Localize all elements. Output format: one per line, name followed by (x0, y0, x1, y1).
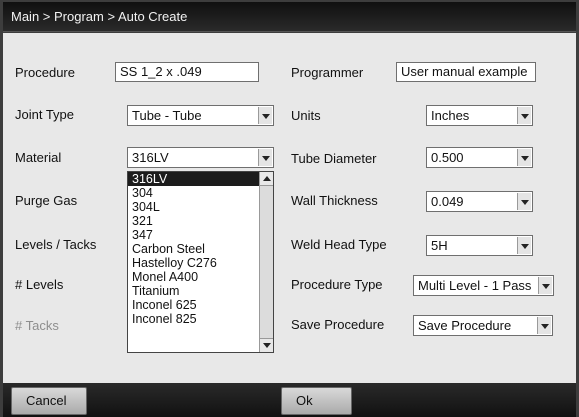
purge-gas-label: Purge Gas (15, 193, 78, 208)
joint-type-label: Joint Type (15, 107, 75, 122)
auto-create-panel: Procedure SS 1_2 x .049 Joint Type Tube … (3, 33, 576, 383)
chevron-down-icon[interactable] (517, 237, 531, 254)
weld-head-value: 5H (431, 238, 448, 253)
material-value: 316LV (132, 150, 169, 165)
weld-head-label: Weld Head Type (291, 237, 387, 252)
save-procedure-label: Save Procedure (291, 317, 385, 332)
programmer-input[interactable]: User manual example (396, 62, 536, 82)
material-option[interactable]: Carbon Steel (128, 242, 273, 256)
material-option[interactable]: Inconel 625 (128, 298, 273, 312)
chevron-down-icon[interactable] (538, 277, 552, 294)
material-option[interactable]: 316LV (128, 172, 273, 186)
tacks-label: # Tacks (15, 318, 59, 333)
joint-type-value: Tube - Tube (132, 108, 202, 123)
procedure-type-value: Multi Level - 1 Pass (418, 278, 532, 293)
procedure-label: Procedure (15, 65, 75, 80)
material-option[interactable]: Inconel 825 (128, 312, 273, 326)
material-option[interactable]: 304L (128, 200, 273, 214)
breadcrumb: Main > Program > Auto Create (3, 2, 576, 32)
levels-label: # Levels (15, 277, 64, 292)
save-procedure-value: Save Procedure (418, 318, 512, 333)
levels-tacks-label: Levels / Tacks (15, 237, 97, 252)
wall-thickness-select[interactable]: 0.049 (426, 191, 533, 212)
material-option[interactable]: 321 (128, 214, 273, 228)
scrollbar[interactable] (259, 172, 273, 352)
chevron-down-icon[interactable] (537, 317, 551, 334)
screen: Main > Program > Auto Create Procedure S… (0, 0, 579, 417)
tube-diameter-select[interactable]: 0.500 (426, 147, 533, 168)
chevron-down-icon[interactable] (517, 193, 531, 210)
scroll-up-icon[interactable] (260, 172, 273, 186)
cancel-button[interactable]: Cancel (11, 387, 87, 415)
material-option[interactable]: 347 (128, 228, 273, 242)
chevron-down-icon[interactable] (517, 107, 531, 124)
material-label: Material (15, 150, 62, 165)
procedure-type-label: Procedure Type (291, 277, 383, 292)
units-value: Inches (431, 108, 470, 123)
material-options: 316LV 304 304L 321 347 Carbon Steel Hastelloy … (128, 172, 273, 326)
material-option[interactable]: Titanium (128, 284, 273, 298)
bottom-bar: Cancel Ok (3, 383, 576, 417)
material-select[interactable]: 316LV (127, 147, 274, 168)
tube-diameter-label: Tube Diameter (291, 151, 377, 166)
material-option[interactable]: 304 (128, 186, 273, 200)
material-option[interactable]: Monel A400 (128, 270, 273, 284)
ok-button[interactable]: Ok (281, 387, 352, 415)
weld-head-select[interactable]: 5H (426, 235, 533, 256)
wall-thickness-value: 0.049 (431, 194, 464, 209)
chevron-down-icon[interactable] (517, 149, 531, 166)
units-select[interactable]: Inches (426, 105, 533, 126)
scroll-down-icon[interactable] (260, 338, 273, 352)
chevron-down-icon[interactable] (258, 149, 272, 166)
material-option[interactable]: Hastelloy C276 (128, 256, 273, 270)
procedure-input[interactable]: SS 1_2 x .049 (115, 62, 259, 82)
joint-type-select[interactable]: Tube - Tube (127, 105, 274, 126)
procedure-type-select[interactable]: Multi Level - 1 Pass (413, 275, 554, 296)
tube-diameter-value: 0.500 (431, 150, 464, 165)
units-label: Units (291, 108, 321, 123)
programmer-label: Programmer (291, 65, 364, 80)
chevron-down-icon[interactable] (258, 107, 272, 124)
save-procedure-select[interactable]: Save Procedure (413, 315, 553, 336)
material-dropdown-list[interactable]: 316LV 304 304L 321 347 Carbon Steel Hastelloy … (127, 171, 274, 353)
wall-thickness-label: Wall Thickness (291, 193, 378, 208)
